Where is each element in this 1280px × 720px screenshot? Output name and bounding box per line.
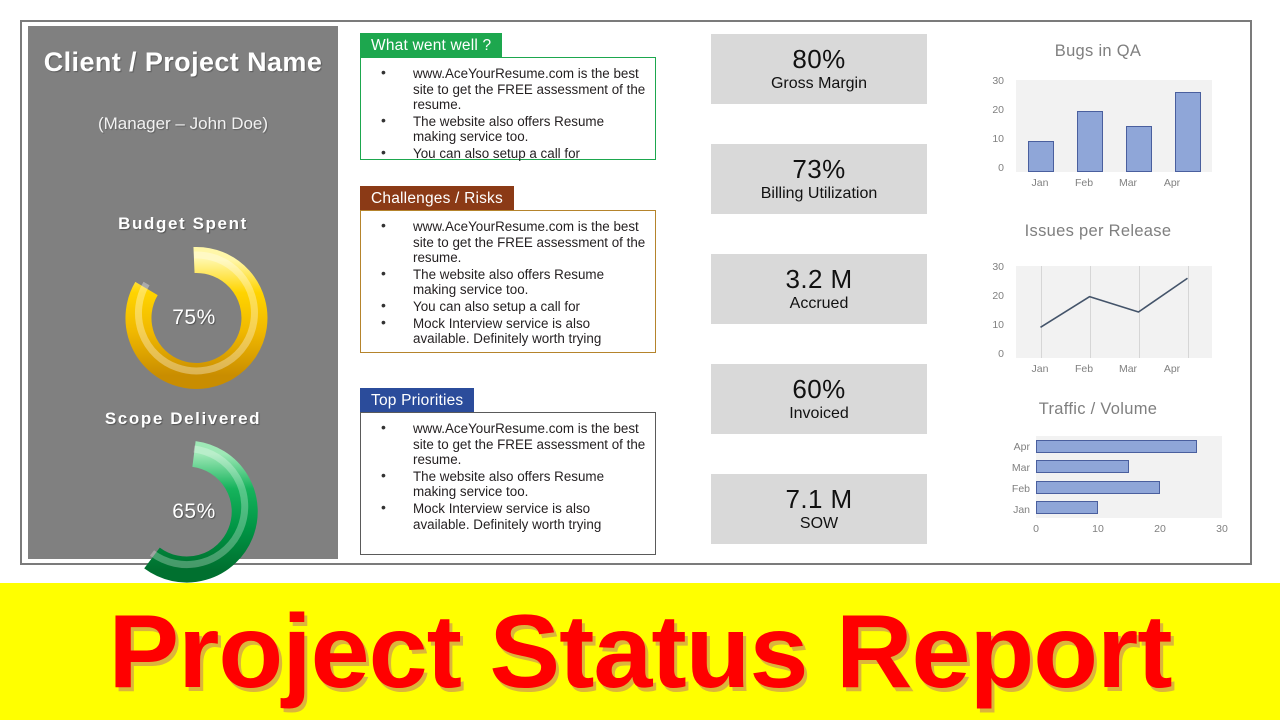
scope-delivered-value: 65%: [172, 500, 216, 523]
banner-title: Project Status Report: [108, 593, 1172, 710]
kpi-card-gross-margin: 80% Gross Margin: [711, 34, 927, 104]
y-tick: Apr: [1013, 441, 1030, 453]
sidebar-panel: Client / Project Name (Manager – John Do…: [28, 26, 338, 583]
chart-bugs-in-qa: Bugs in QA 30 20 10 0 Jan Feb Mar Apr: [952, 42, 1244, 192]
bar-feb: [1036, 480, 1160, 494]
y-tick: Jan: [1013, 504, 1030, 516]
chart-plot-area: [1036, 436, 1222, 518]
x-tick: 30: [1216, 523, 1228, 535]
kpi-card-invoiced: 60% Invoiced: [711, 364, 927, 434]
page-title: Client / Project Name: [43, 47, 323, 77]
chart-traffic-volume: Traffic / Volume Apr Mar Feb Jan 0 10 20…: [952, 400, 1244, 560]
chart-title: Issues per Release: [1024, 222, 1172, 240]
y-tick: Mar: [1011, 462, 1030, 474]
bullet-list: www.AceYourResume.com is the best site t…: [367, 420, 649, 532]
bar-feb: [1076, 110, 1103, 172]
x-tick: Jan: [1031, 177, 1049, 189]
y-tick: 0: [998, 348, 1004, 360]
y-tick: 10: [992, 133, 1004, 145]
x-tick: Apr: [1163, 363, 1181, 375]
list-item: www.AceYourResume.com is the best site t…: [367, 420, 649, 468]
x-tick: 20: [1154, 523, 1166, 535]
list-item: www.AceYourResume.com is the best site t…: [367, 218, 649, 266]
kpi-value: 3.2 M: [785, 264, 853, 294]
chart-title: Traffic / Volume: [1038, 400, 1158, 418]
list-item: The website also offers Resume making se…: [367, 266, 649, 298]
list-item: The website also offers Resume making se…: [367, 113, 649, 145]
x-tick: Apr: [1163, 177, 1181, 189]
panel-top-priorities-body: www.AceYourResume.com is the best site t…: [360, 412, 656, 555]
kpi-value: 80%: [792, 44, 846, 74]
scope-delivered-gauge: 65%: [120, 438, 268, 586]
kpi-caption: Gross Margin: [770, 75, 868, 92]
x-tick: Mar: [1118, 177, 1138, 189]
x-tick: 0: [1033, 523, 1039, 535]
budget-spent-value: 75%: [172, 306, 216, 329]
panel-what-went-well-title: What went well ?: [360, 33, 503, 58]
kpi-card-accrued: 3.2 M Accrued: [711, 254, 927, 324]
panel-what-went-well-body: www.AceYourResume.com is the best site t…: [360, 57, 656, 162]
panel-top-priorities-title: Top Priorities: [360, 388, 475, 413]
y-tick: Feb: [1011, 483, 1030, 495]
bar-apr: [1036, 439, 1198, 453]
kpi-card-billing-utilization: 73% Billing Utilization: [711, 144, 927, 214]
slide-frame: Client / Project Name (Manager – John Do…: [20, 20, 1252, 583]
bar-jan: [1036, 501, 1098, 515]
y-tick: 20: [992, 104, 1004, 116]
list-item: You can also setup a call for: [367, 145, 649, 162]
kpi-card-sow: 7.1 M SOW: [711, 474, 927, 544]
kpi-value: 73%: [792, 154, 846, 184]
x-tick: Feb: [1074, 177, 1094, 189]
kpi-caption: Accrued: [789, 295, 849, 312]
y-tick: 30: [992, 75, 1004, 87]
kpi-value: 7.1 M: [785, 484, 853, 514]
chart-issues-per-release: Issues per Release 30 20 10 0 Jan Feb Ma…: [952, 222, 1244, 382]
y-tick: 30: [992, 261, 1004, 273]
chart-title: Bugs in QA: [1054, 42, 1142, 60]
kpi-value: 60%: [792, 374, 846, 404]
x-tick: Feb: [1074, 363, 1094, 375]
y-tick: 10: [992, 319, 1004, 331]
x-tick: Mar: [1118, 363, 1138, 375]
budget-spent-gauge: 75%: [120, 244, 268, 392]
kpi-caption: Invoiced: [789, 405, 849, 422]
list-item: You can also setup a call for: [367, 298, 649, 315]
budget-spent-label: Budget Spent: [118, 214, 248, 233]
y-tick: 0: [998, 162, 1004, 174]
bar-apr: [1174, 92, 1201, 172]
line-series: [1040, 277, 1188, 329]
list-item: Mock Interview service is also available…: [367, 500, 649, 532]
panel-challenges-risks-title: Challenges / Risks: [360, 186, 514, 211]
bar-mar: [1125, 126, 1152, 172]
panel-challenges-risks-body: www.AceYourResume.com is the best site t…: [360, 210, 656, 353]
bottom-banner: Project Status Report: [0, 583, 1280, 720]
bullet-list: www.AceYourResume.com is the best site t…: [367, 218, 649, 347]
chart-plot-area: [1016, 80, 1212, 172]
x-tick: 10: [1092, 523, 1104, 535]
kpi-caption: SOW: [799, 515, 839, 532]
kpi-caption: Billing Utilization: [760, 185, 878, 202]
scope-delivered-label: Scope Delivered: [104, 409, 262, 428]
list-item: www.AceYourResume.com is the best site t…: [367, 65, 649, 113]
project-manager-label: (Manager – John Doe): [97, 114, 269, 133]
project-status-report-slide: Client / Project Name (Manager – John Do…: [0, 0, 1280, 720]
x-tick: Jan: [1031, 363, 1049, 375]
list-item: Mock Interview service is also available…: [367, 315, 649, 347]
y-tick: 20: [992, 290, 1004, 302]
bar-mar: [1036, 460, 1129, 474]
bullet-list: www.AceYourResume.com is the best site t…: [367, 65, 649, 162]
list-item: The website also offers Resume making se…: [367, 468, 649, 500]
bar-jan: [1027, 141, 1054, 172]
